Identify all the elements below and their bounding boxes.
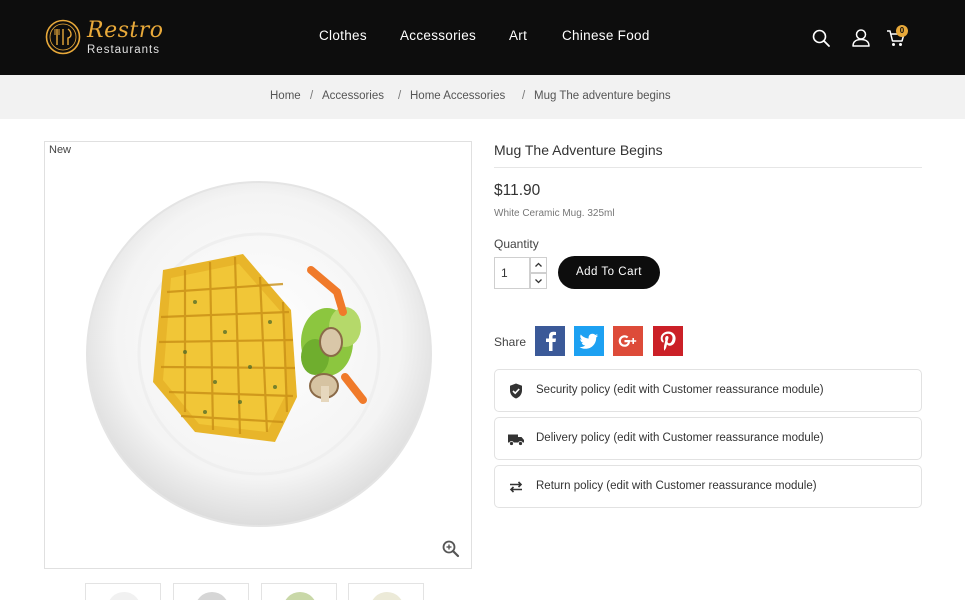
facebook-share-icon[interactable]: [535, 326, 565, 356]
product-description: White Ceramic Mug. 325ml: [494, 208, 615, 219]
quantity-input[interactable]: [494, 257, 530, 289]
search-icon[interactable]: [810, 27, 832, 49]
breadcrumb-home-accessories[interactable]: Home Accessories: [410, 90, 505, 102]
return-policy-text: Return policy (edit with Customer reassu…: [536, 480, 817, 492]
product-title: Mug The Adventure Begins: [494, 142, 663, 158]
google-plus-share-icon[interactable]: [613, 326, 643, 356]
product-price: $11.90: [494, 182, 541, 199]
delivery-policy-block: Delivery policy (edit with Customer reas…: [494, 417, 922, 460]
chevron-up-icon: [535, 262, 542, 267]
add-to-cart-button[interactable]: Add To Cart: [558, 256, 660, 289]
title-divider: [494, 167, 922, 168]
shield-check-icon: [510, 383, 522, 399]
security-policy-text: Security policy (edit with Customer reas…: [536, 384, 824, 396]
user-account-icon[interactable]: [850, 27, 872, 49]
delivery-policy-text: Delivery policy (edit with Customer reas…: [536, 432, 824, 444]
quantity-increase-button[interactable]: [530, 257, 547, 273]
quantity-label: Quantity: [494, 237, 539, 251]
pinterest-share-icon[interactable]: [653, 326, 683, 356]
twitter-share-icon[interactable]: [574, 326, 604, 356]
product-thumbnail[interactable]: [173, 583, 249, 600]
share-label: Share: [494, 335, 527, 349]
nav-item-art[interactable]: Art: [509, 28, 527, 43]
breadcrumb-separator: /: [310, 90, 314, 102]
breadcrumb-separator: /: [522, 90, 526, 102]
quantity-decrease-button[interactable]: [530, 273, 547, 289]
product-thumbnail[interactable]: [261, 583, 337, 600]
breadcrumb-current: Mug The adventure begins: [534, 90, 671, 102]
breadcrumb-accessories[interactable]: Accessories: [322, 90, 384, 102]
product-image: [86, 181, 432, 527]
chevron-down-icon: [535, 279, 542, 284]
zoom-icon[interactable]: [441, 539, 461, 559]
security-policy-block: Security policy (edit with Customer reas…: [494, 369, 922, 412]
product-thumbnail[interactable]: [85, 583, 161, 600]
breadcrumb-home[interactable]: Home: [270, 90, 301, 102]
breadcrumb: Home / Accessories / Home Accessories / …: [0, 75, 965, 119]
cart-count-badge: 0: [896, 25, 908, 37]
return-policy-block: Return policy (edit with Customer reassu…: [494, 465, 922, 508]
nav-item-chinese-food[interactable]: Chinese Food: [562, 28, 650, 43]
breadcrumb-separator: /: [398, 90, 402, 102]
exchange-arrows-icon: [509, 481, 523, 493]
truck-icon: [508, 434, 524, 446]
site-header: Restro Restaurants Clothes Accessories A…: [0, 0, 965, 75]
nav-item-clothes[interactable]: Clothes: [319, 28, 367, 43]
nav-item-accessories[interactable]: Accessories: [400, 28, 476, 43]
product-image-frame[interactable]: New: [44, 141, 472, 569]
product-thumbnail[interactable]: [348, 583, 424, 600]
